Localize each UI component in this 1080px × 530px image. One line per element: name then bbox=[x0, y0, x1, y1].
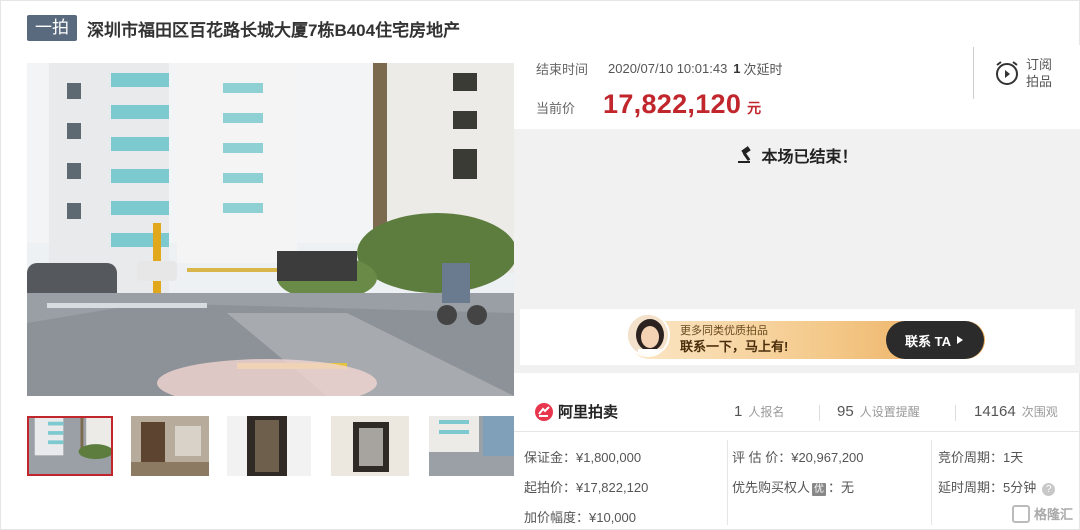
current-price-row: 当前价 17,822,120 元 bbox=[536, 89, 761, 120]
deposit: 保证金：¥1,800,000 bbox=[524, 450, 642, 465]
column-divider bbox=[727, 440, 728, 525]
thumbnail-1[interactable] bbox=[27, 416, 113, 476]
views-count: 14164 bbox=[974, 403, 1016, 420]
delay-cycle-row: 延时周期：5分钟? bbox=[938, 477, 1056, 496]
end-time-row: 结束时间 2020/07/10 10:01:43 1 次延时 bbox=[536, 59, 783, 78]
agent-avatar bbox=[626, 313, 670, 357]
priority-buyer: 优先购买权人优：无 bbox=[732, 477, 854, 496]
appraisal-price: 评 估 价：¥20,967,200 bbox=[732, 450, 864, 465]
priority-badge[interactable]: 优 bbox=[812, 483, 827, 496]
end-time-label: 结束时间 bbox=[536, 62, 589, 77]
thumbnail-5[interactable] bbox=[429, 416, 514, 476]
bid-increment: 加价幅度：¥10,000 bbox=[524, 510, 636, 525]
title-row: 一拍 深圳市福田区百花路长城大厦7栋B404住宅房地产 bbox=[27, 14, 460, 42]
column-divider bbox=[931, 440, 932, 525]
current-price: 17,822,120 bbox=[603, 89, 742, 119]
thumbnail-5-image bbox=[429, 416, 514, 476]
signups-label: 人报名 bbox=[748, 405, 785, 419]
thumbnail-4-image bbox=[331, 416, 409, 476]
reminders-stat: 95 人设置提醒 bbox=[837, 403, 920, 420]
contact-line-2: 联系一下，马上有! bbox=[680, 339, 789, 354]
main-photo-image bbox=[27, 63, 514, 396]
start-price: 起拍价：¥17,822,120 bbox=[524, 480, 649, 495]
page-title: 深圳市福田区百花路长城大厦7栋B404住宅房地产 bbox=[87, 20, 461, 40]
contact-ta-button[interactable]: 联系 TA bbox=[886, 321, 984, 359]
subscribe-button[interactable]: 订阅 拍品 bbox=[973, 47, 1080, 99]
thumbnail-3[interactable] bbox=[227, 416, 311, 476]
bid-cycle: 竞价周期：1天 bbox=[938, 450, 1024, 465]
stat-divider bbox=[955, 405, 956, 421]
subscribe-label: 订阅 拍品 bbox=[1026, 56, 1056, 90]
status-panel: 本场已结束！ 更多同类优质拍品 联系一下，马上有! 联系 TA bbox=[514, 129, 1080, 373]
thumbnail-2[interactable] bbox=[131, 416, 209, 476]
brand: 阿里拍卖 bbox=[534, 401, 618, 422]
thumbnail-strip bbox=[27, 416, 514, 478]
status-message: 本场已结束！ bbox=[761, 149, 858, 166]
end-time-value: 2020/07/10 10:01:43 bbox=[608, 61, 728, 76]
delay-text: 次延时 bbox=[743, 62, 783, 77]
subscribe-line-2: 拍品 bbox=[1026, 74, 1053, 89]
question-circle-icon[interactable]: ? bbox=[1042, 483, 1056, 496]
watermark-text: 格隆汇 bbox=[1033, 507, 1073, 522]
priority-buyer-label: 优先购买权人 bbox=[732, 480, 811, 495]
priority-buyer-value: ：无 bbox=[828, 480, 855, 495]
signups-stat: 1 人报名 bbox=[734, 403, 784, 420]
reminders-count: 95 bbox=[837, 403, 854, 420]
auction-details: 保证金：¥1,800,000 起拍价：¥17,822,120 加价幅度：¥10,… bbox=[514, 431, 1080, 530]
thumbnail-3-image bbox=[227, 416, 311, 476]
contact-button-label: 联系 TA bbox=[905, 333, 951, 349]
play-arrow-icon bbox=[956, 336, 963, 344]
status-message-row: 本场已结束！ bbox=[514, 143, 1080, 167]
stat-divider bbox=[819, 405, 820, 421]
views-stat: 14164 次围观 bbox=[974, 403, 1058, 420]
thumbnail-1-image bbox=[29, 418, 111, 474]
subscribe-line-1: 订阅 bbox=[1026, 57, 1053, 72]
auction-page: 一拍 深圳市福田区百花路长城大厦7栋B404住宅房地产 结束时间 2020/07… bbox=[0, 0, 1080, 530]
signups-count: 1 bbox=[734, 403, 743, 420]
current-price-label: 当前价 bbox=[536, 101, 576, 116]
watermark-logo-icon bbox=[1011, 504, 1030, 523]
thumbnail-4[interactable] bbox=[331, 416, 409, 476]
alarm-clock-icon bbox=[996, 61, 1018, 85]
views-label: 次围观 bbox=[1021, 405, 1058, 419]
stats-row: 阿里拍卖 1 人报名 95 人设置提醒 14164 次围观 bbox=[514, 391, 1080, 431]
auction-info: 结束时间 2020/07/10 10:01:43 1 次延时 当前价 17,82… bbox=[514, 45, 1080, 129]
price-unit: 元 bbox=[747, 100, 762, 116]
thumbnail-2-image bbox=[131, 416, 209, 476]
watermark: 格隆汇 bbox=[1011, 504, 1073, 523]
delay-count: 1 bbox=[733, 61, 741, 76]
delay-cycle: 延时周期：5分钟 bbox=[938, 480, 1037, 495]
reminders-label: 人设置提醒 bbox=[859, 405, 920, 419]
contact-banner: 更多同类优质拍品 联系一下，马上有! 联系 TA bbox=[520, 309, 1075, 365]
alibaba-auction-logo bbox=[535, 402, 553, 421]
brand-name: 阿里拍卖 bbox=[558, 404, 619, 421]
gavel-icon bbox=[738, 146, 752, 163]
auction-round-tag: 一拍 bbox=[27, 15, 77, 41]
main-photo[interactable] bbox=[27, 63, 514, 396]
